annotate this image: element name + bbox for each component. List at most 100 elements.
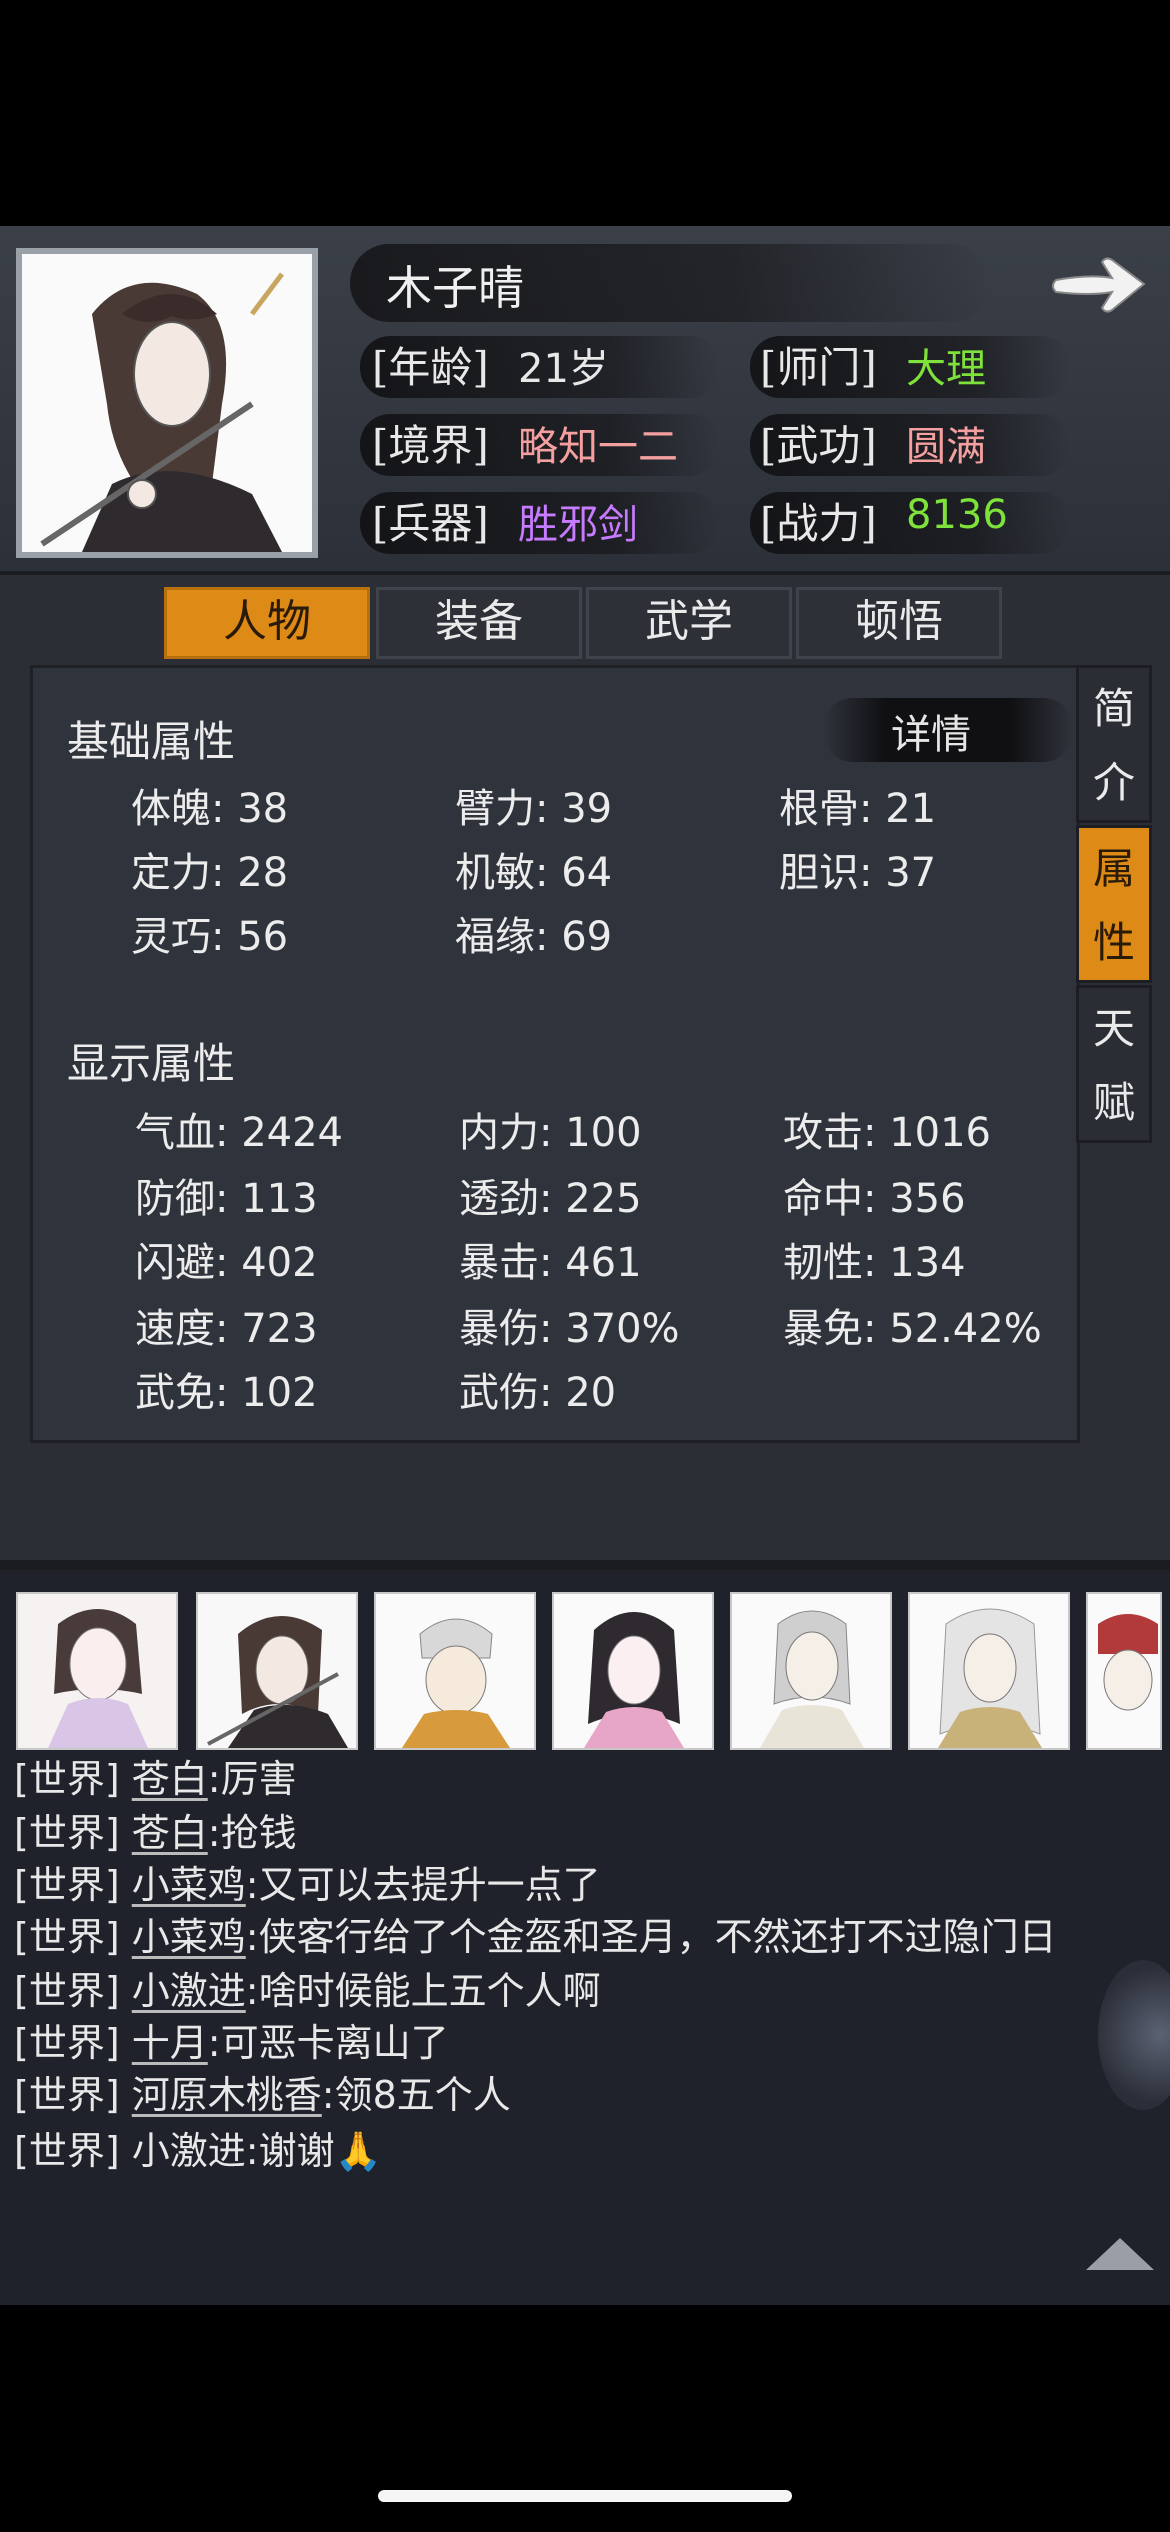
chat-message[interactable]: [世界] 小激进:啥时候能上五个人啊 [14,1960,601,2015]
team-avatar[interactable] [552,1592,714,1750]
chat-message[interactable]: [世界] 小激进:谢谢🙏 [14,2120,382,2175]
stat-value: 臂力: 39 [455,786,613,832]
stat-value: 内力: 100 [459,1110,642,1156]
character-portrait[interactable] [16,248,318,558]
chat-text: :侠客行给了个金盔和圣月，不然还打不过隐门日 [245,1915,1057,1959]
chat-username[interactable]: 小激进 [132,2129,246,2173]
chat-channel: [世界] [14,2073,120,2117]
chat-panel: [世界] 苍白:厉害 [世界] 苍白:抢钱 [世界] 小菜鸡:又可以去提升一点了… [0,1570,1170,2305]
stat-value: 透劲: 225 [459,1176,642,1222]
stat-value: 体魄: 38 [131,786,289,832]
detail-button[interactable]: 详情 [891,702,971,760]
chat-text: :啥时候能上五个人啊 [245,1969,601,2013]
realm-value: 略知一二 [518,424,678,470]
chat-message[interactable]: [世界] 小菜鸡:又可以去提升一点了 [14,1854,601,1909]
chat-text: :抢钱 [207,1811,297,1855]
age-value: 21岁 [518,346,609,392]
team-avatar[interactable] [908,1592,1070,1750]
martial-label: [武功] [760,421,877,470]
chat-username[interactable]: 河原木桃香 [132,2073,322,2117]
chat-channel: [世界] [14,2129,120,2173]
chat-text: :谢谢🙏 [245,2129,382,2173]
status-bar-area [0,0,1170,226]
chat-channel: [世界] [14,1915,120,1959]
side-tab-char: 简 [1092,684,1135,733]
stat-value: 武伤: 20 [459,1370,617,1416]
chat-text: :又可以去提升一点了 [245,1863,601,1907]
attribute-panel: 人物 装备 武学 顿悟 详情 基础属性 体魄: 38 臂力: 39 根骨: 21… [0,575,1170,1570]
home-indicator[interactable] [378,2490,792,2502]
side-tab-attributes[interactable]: 属 性 [1076,825,1152,983]
chat-message[interactable]: [世界] 河原木桃香:领8五个人 [14,2064,511,2119]
sect-label: [师门] [760,343,877,392]
chat-username[interactable]: 十月 [132,2021,208,2065]
side-menu-handle[interactable] [1098,1960,1170,2110]
chat-channel: [世界] [14,1863,120,1907]
team-avatar[interactable] [1086,1592,1162,1750]
chat-channel: [世界] [14,1969,120,2013]
stat-value: 防御: 113 [135,1176,318,1222]
character-name: 木子晴 [386,261,524,315]
stat-value: 武免: 102 [135,1370,318,1416]
side-tab-char: 性 [1092,918,1135,967]
arrow-right-icon [1052,257,1146,313]
stat-value: 机敏: 64 [455,850,613,896]
power-label: [战力] [760,499,877,548]
side-tab-char: 介 [1092,758,1135,807]
chat-username[interactable]: 小菜鸡 [132,1863,246,1907]
weapon-label: [兵器] [372,499,489,548]
chat-username[interactable]: 苍白 [132,1811,208,1855]
age-label: [年龄] [372,343,489,392]
tab-equipment[interactable]: 装备 [376,587,582,659]
side-tab-char: 属 [1092,844,1135,893]
stats-content: 详情 基础属性 体魄: 38 臂力: 39 根骨: 21 定力: 28 机敏: … [30,665,1080,1443]
basic-attributes-title: 基础属性 [67,717,236,766]
stat-value: 暴伤: 370% [459,1306,680,1352]
next-arrow-button[interactable] [1050,250,1150,320]
power-value: 8136 [906,492,1008,538]
stat-value: 胆识: 37 [779,850,937,896]
chat-channel: [世界] [14,1811,120,1855]
team-avatar[interactable] [374,1592,536,1750]
stat-value: 闪避: 402 [135,1240,318,1286]
collapse-up-icon[interactable] [1086,2238,1154,2270]
side-tab-char: 赋 [1092,1078,1135,1127]
chat-username[interactable]: 小激进 [132,1969,246,2013]
realm-label: [境界] [372,421,489,470]
chat-text: :领8五个人 [321,2073,511,2117]
stat-value: 韧性: 134 [783,1240,966,1286]
team-avatar[interactable] [196,1592,358,1750]
tab-character[interactable]: 人物 [164,587,370,659]
side-tab-talent[interactable]: 天 赋 [1076,985,1152,1143]
stat-value: 暴击: 461 [459,1240,642,1286]
chat-message[interactable]: [世界] 苍白:厉害 [14,1748,297,1803]
tab-insight[interactable]: 顿悟 [796,587,1002,659]
display-attributes-title: 显示属性 [67,1039,236,1088]
team-avatar[interactable] [730,1592,892,1750]
chat-text: :可恶卡离山了 [207,2021,449,2065]
chat-message[interactable]: [世界] 小菜鸡:侠客行给了个金盔和圣月，不然还打不过隐门日 [14,1906,1057,1961]
chat-channel: [世界] [14,2021,120,2065]
stat-value: 福缘: 69 [455,914,613,960]
stat-value: 灵巧: 56 [131,914,289,960]
chat-message[interactable]: [世界] 十月:可恶卡离山了 [14,2012,449,2067]
chat-message[interactable]: [世界] 苍白:抢钱 [14,1802,297,1857]
weapon-value[interactable]: 胜邪剑 [518,492,638,550]
character-header: 木子晴 [年龄] 21岁 [师门] 大理 [境界] 略知一二 [武功] 圆满 [… [0,226,1170,575]
stat-value: 命中: 356 [783,1176,966,1222]
chat-channel: [世界] [14,1757,120,1801]
tab-martial-arts[interactable]: 武学 [586,587,792,659]
martial-value: 圆满 [906,424,986,470]
stat-value: 攻击: 1016 [783,1110,991,1156]
side-tab-char: 天 [1092,1004,1135,1053]
stat-value: 暴免: 52.42% [783,1306,1042,1352]
sect-value: 大理 [906,346,986,392]
stat-value: 气血: 2424 [135,1110,343,1156]
side-tab-intro[interactable]: 简 介 [1076,665,1152,823]
stat-value: 速度: 723 [135,1306,318,1352]
chat-username[interactable]: 小菜鸡 [132,1915,246,1959]
team-avatar[interactable] [16,1592,178,1750]
chat-text: :厉害 [207,1757,297,1801]
stat-value: 定力: 28 [131,850,289,896]
chat-username[interactable]: 苍白 [132,1757,208,1801]
